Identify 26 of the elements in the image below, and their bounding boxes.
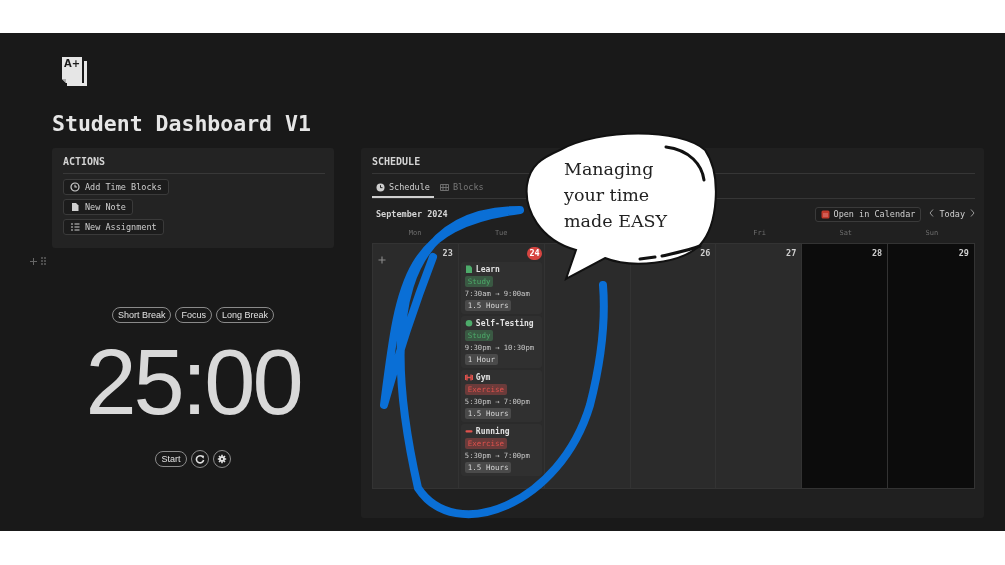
- month-label: September 2024: [376, 209, 449, 219]
- mode-button[interactable]: Long Break: [216, 307, 275, 323]
- event-title: Learn: [475, 265, 500, 274]
- event-title: Running: [475, 427, 510, 436]
- section-heading: ACTIONS: [63, 156, 325, 174]
- logo-text: A+: [64, 58, 81, 69]
- action-button[interactable]: New Note: [63, 199, 133, 215]
- open-calendar-button[interactable]: Open in Calendar: [814, 206, 922, 222]
- action-button[interactable]: New Assignment: [63, 219, 164, 235]
- mode-button[interactable]: Focus: [175, 307, 212, 323]
- page-title: Student Dashboard V1: [52, 111, 312, 137]
- date-number: 28: [870, 247, 884, 260]
- date-number: 23: [441, 247, 454, 260]
- event-title: Gym: [475, 373, 491, 382]
- start-button[interactable]: Start: [155, 451, 187, 467]
- view-tab[interactable]: Schedule: [372, 179, 434, 198]
- view-tab[interactable]: Blocks: [435, 179, 488, 198]
- date-number: 29: [957, 247, 970, 260]
- today-button[interactable]: Today: [939, 209, 965, 219]
- event-title: Self-Testing: [475, 319, 534, 328]
- today-date-badge: 24: [527, 247, 542, 260]
- mode-button[interactable]: Short Break: [111, 307, 172, 323]
- date-number: 27: [785, 247, 798, 260]
- timer-display: 25:00: [85, 336, 301, 428]
- action-button[interactable]: Add Time Blocks: [63, 179, 169, 195]
- date-number: 26: [699, 247, 712, 260]
